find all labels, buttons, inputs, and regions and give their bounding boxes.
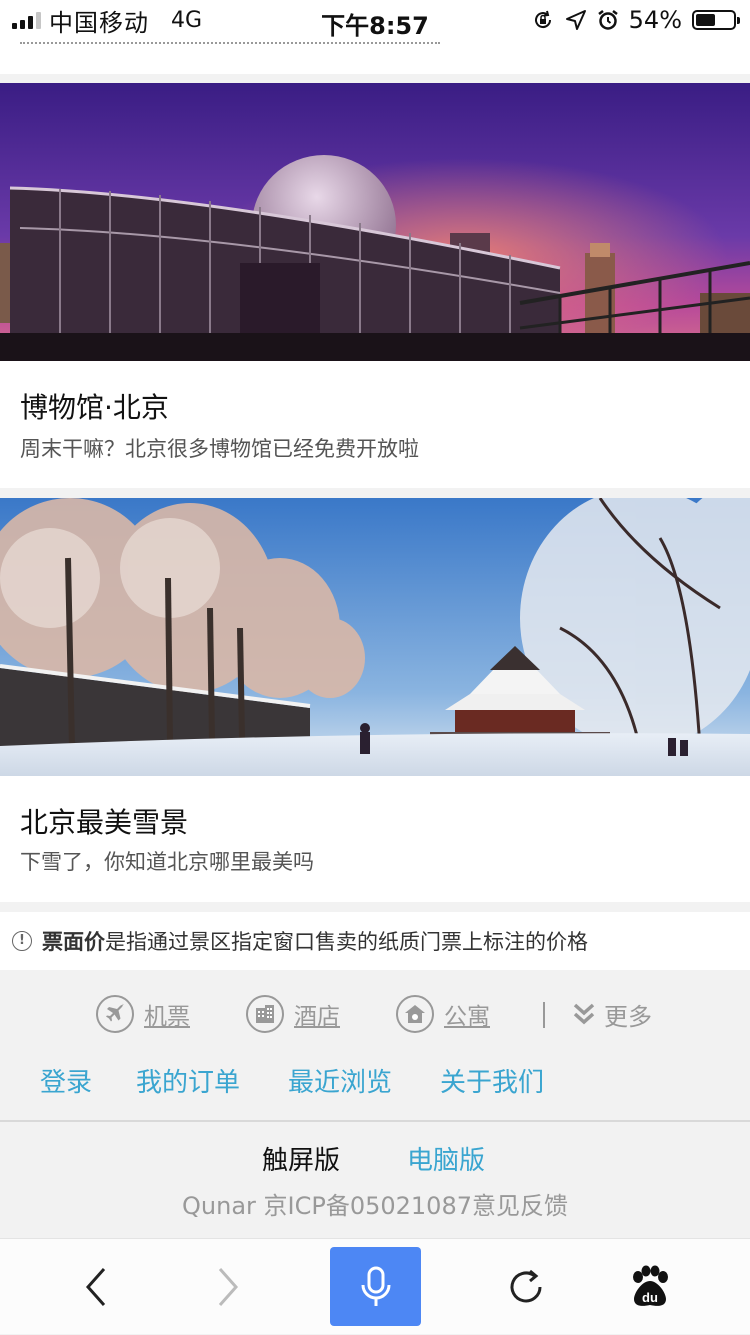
status-bar-right: 54% (531, 6, 740, 34)
alarm-clock-icon (597, 10, 618, 30)
hotel-building-icon (246, 995, 284, 1033)
planetarium-night-photo[interactable] (0, 83, 750, 361)
account-links: 登录 我的订单 最近浏览 关于我们 (0, 1062, 750, 1102)
footer: 机票 酒店 公寓 更多 登录 我的订单 最近浏览 关于我们 触屏版 电脑版 Qu… (0, 972, 750, 1238)
refresh-button[interactable] (490, 1239, 562, 1335)
more-button[interactable]: 更多 (572, 990, 652, 1038)
pc-version-link[interactable]: 电脑版 (407, 1140, 485, 1177)
double-chevron-down-icon (573, 1003, 595, 1025)
back-button[interactable] (60, 1239, 132, 1335)
login-link[interactable]: 登录 (40, 1062, 92, 1099)
status-bar: 中国移动 4G 下午8:57 54% (0, 0, 750, 40)
apartment-house-icon (396, 995, 434, 1033)
version-switch: 触屏版 电脑版 (0, 1140, 750, 1180)
refresh-icon (510, 1269, 542, 1303)
notice-text: 是指通过景区指定窗口售卖的纸质门票上标注的价格 (105, 930, 588, 954)
service-hotels[interactable]: 酒店 (246, 990, 340, 1038)
service-links: 机票 酒店 公寓 更多 (0, 990, 750, 1038)
battery-level (696, 14, 715, 26)
article-card[interactable]: 北京最美雪景 下雪了，你知道北京哪里最美吗 (0, 498, 750, 902)
my-orders-link[interactable]: 我的订单 (136, 1062, 240, 1099)
about-us-link[interactable]: 关于我们 (440, 1062, 544, 1099)
card-description: 下雪了，你知道北京哪里最美吗 (20, 850, 314, 874)
microphone-icon (361, 1266, 390, 1306)
baidu-button[interactable]: du (614, 1239, 686, 1335)
article-card[interactable]: 博物馆·北京 周末干嘛？北京很多博物馆已经免费开放啦 (0, 83, 750, 488)
airplane-icon (96, 995, 134, 1033)
forward-arrow-icon (218, 1268, 239, 1306)
browser-toolbar: du (0, 1238, 750, 1334)
card-title[interactable]: 博物馆·北京 (20, 386, 169, 426)
baidu-label: du (642, 1290, 658, 1305)
service-label[interactable]: 酒店 (294, 997, 340, 1031)
card-description: 周末干嘛？北京很多博物馆已经免费开放啦 (20, 437, 419, 461)
recently-viewed-link[interactable]: 最近浏览 (288, 1062, 392, 1099)
orientation-lock-icon (534, 10, 551, 29)
service-flights[interactable]: 机票 (96, 990, 190, 1038)
snowy-beijing-park-photo[interactable] (0, 498, 750, 776)
notice-term: 票面价 (42, 930, 105, 954)
service-label[interactable]: 机票 (144, 997, 190, 1031)
info-icon: ! (12, 931, 32, 951)
battery-icon (692, 10, 740, 30)
baidu-paw-icon: du (633, 1265, 668, 1306)
location-arrow-icon (565, 10, 586, 30)
card-title[interactable]: 北京最美雪景 (20, 801, 188, 841)
back-arrow-icon (85, 1268, 106, 1306)
touch-version: 触屏版 (262, 1146, 341, 1176)
icp-license: Qunar 京ICP备05021087意见反馈 (182, 1192, 568, 1220)
voice-search-button[interactable] (330, 1247, 421, 1326)
forward-button[interactable] (192, 1239, 264, 1335)
battery-percent: 54% (628, 6, 682, 34)
footer-divider (0, 1120, 750, 1122)
service-label[interactable]: 公寓 (444, 997, 490, 1031)
price-notice: ! 票面价 是指通过景区指定窗口售卖的纸质门票上标注的价格 (0, 912, 750, 970)
previous-card-remnant (0, 40, 750, 74)
divider (543, 1002, 545, 1028)
service-apartments[interactable]: 公寓 (396, 990, 490, 1038)
more-label[interactable]: 更多 (604, 997, 652, 1032)
